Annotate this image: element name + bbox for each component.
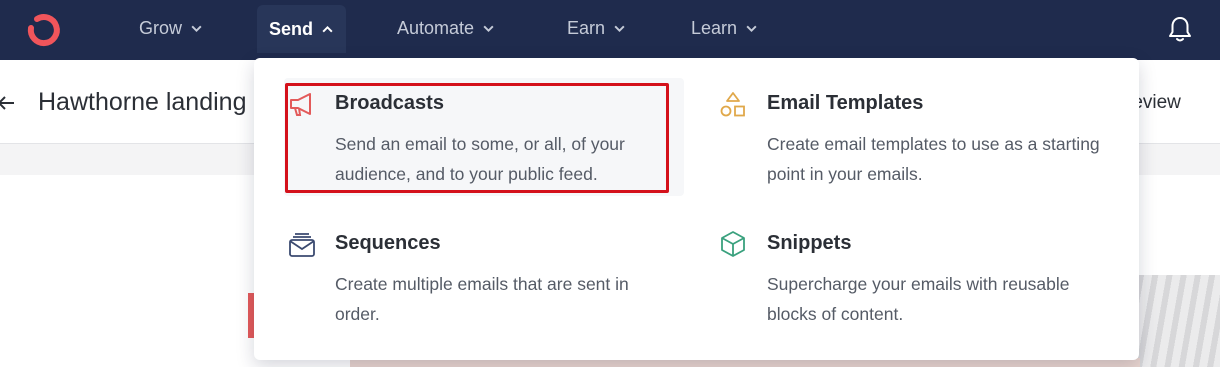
menu-item-description: Create multiple emails that are sent in …: [335, 274, 629, 324]
cube-icon: [721, 231, 745, 257]
menu-item-title: Sequences: [335, 232, 441, 254]
menu-item-sequences[interactable]: Sequences Create multiple emails that ar…: [284, 218, 684, 336]
menu-item-email-templates[interactable]: Email Templates Create email templates t…: [716, 78, 1116, 196]
back-arrow-icon[interactable]: [0, 93, 16, 113]
shapes-icon: [720, 92, 745, 117]
chevron-down-icon: [746, 25, 757, 33]
nav-learn-label: Learn: [691, 18, 738, 38]
bell-icon[interactable]: [1167, 15, 1193, 43]
convertkit-logo-icon[interactable]: [23, 10, 63, 50]
nav-automate[interactable]: Automate: [397, 0, 495, 57]
nav-earn-label: Earn: [567, 18, 606, 38]
chevron-down-icon: [191, 25, 202, 33]
page-title: Hawthorne landing: [38, 88, 247, 116]
menu-item-description: Supercharge your emails with reusable bl…: [767, 274, 1070, 324]
chevron-up-icon: [322, 25, 333, 32]
highlight-annotation-box: [285, 83, 669, 193]
content-image: [1138, 275, 1220, 367]
nav-learn[interactable]: Learn: [691, 0, 758, 57]
nav-earn[interactable]: Earn: [567, 0, 626, 57]
nav-grow[interactable]: Grow: [139, 0, 203, 57]
top-navbar: Grow Send Automate Earn Learn: [0, 0, 1220, 60]
nav-send-label: Send: [269, 18, 314, 39]
menu-item-description: Create email templates to use as a start…: [767, 134, 1100, 184]
menu-item-snippets[interactable]: Snippets Supercharge your emails with re…: [716, 218, 1116, 336]
menu-item-title: Snippets: [767, 232, 852, 254]
menu-item-title: Email Templates: [767, 92, 924, 114]
chevron-down-icon: [614, 25, 625, 33]
nav-grow-label: Grow: [139, 18, 183, 38]
envelope-stack-icon: [289, 233, 315, 257]
chevron-down-icon: [483, 25, 494, 33]
nav-send[interactable]: Send: [257, 5, 347, 53]
nav-automate-label: Automate: [397, 18, 475, 38]
